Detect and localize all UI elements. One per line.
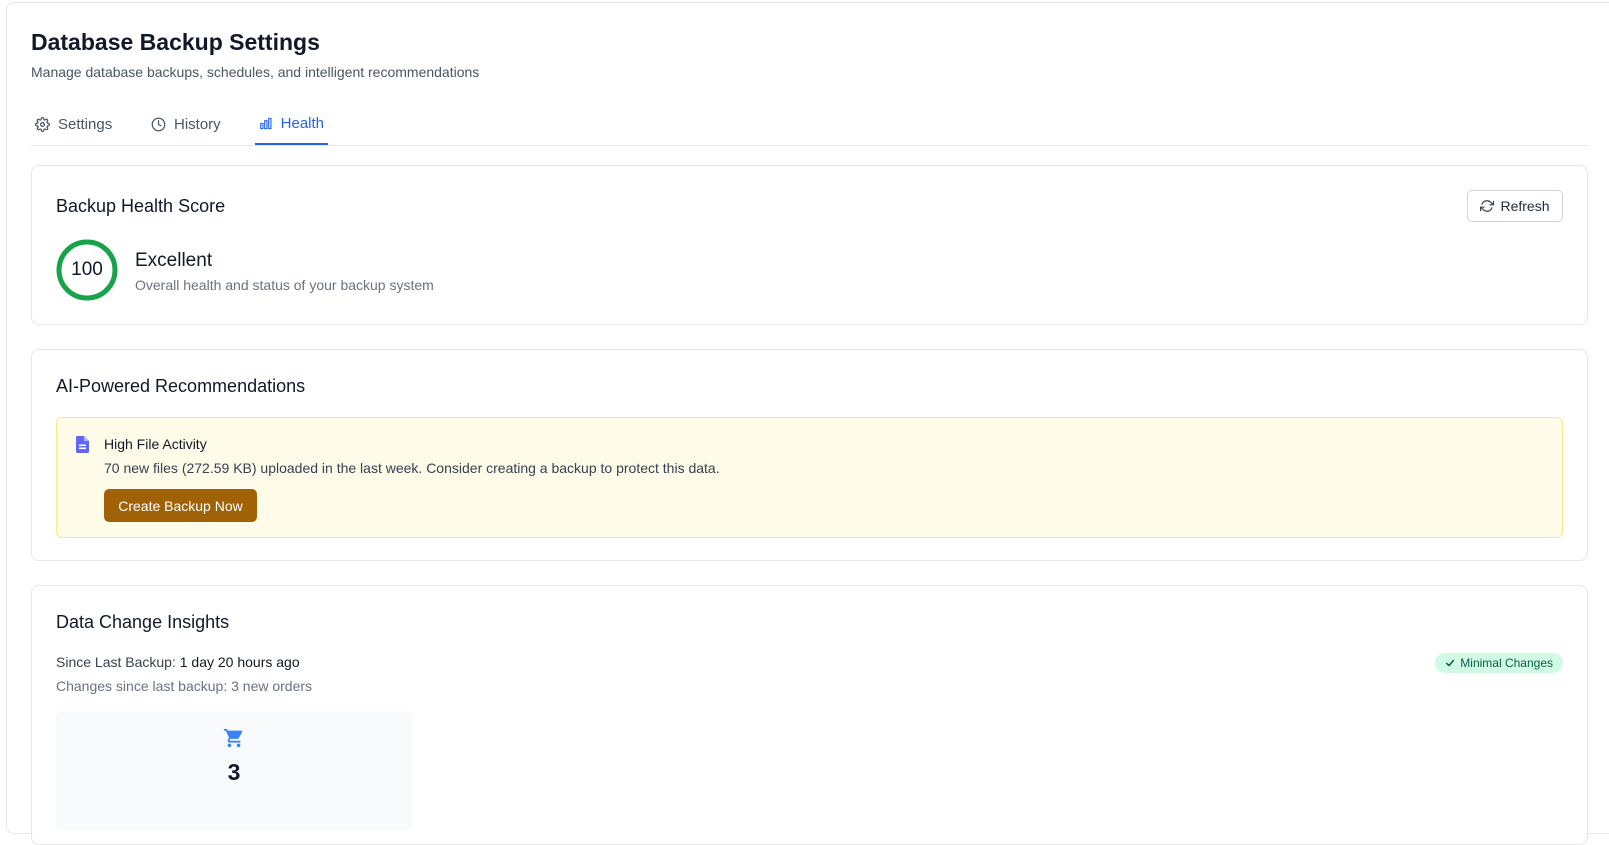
health-score-card: Backup Health Score Refresh 100 Excellen…: [31, 165, 1588, 325]
page-subtitle: Manage database backups, schedules, and …: [31, 64, 480, 80]
tab-history[interactable]: History: [147, 104, 225, 144]
changes-summary: Changes since last backup: 3 new orders: [56, 678, 313, 694]
clock-icon: [151, 117, 166, 131]
since-last-backup: Since Last Backup: 1 day 20 hours ago: [56, 654, 300, 670]
tab-health[interactable]: Health: [255, 104, 328, 145]
status-badge-label: Minimal Changes: [1460, 656, 1553, 670]
health-score-title: Backup Health Score: [56, 196, 226, 216]
tab-settings-label: Settings: [58, 115, 113, 133]
recommendations-title: AI-Powered Recommendations: [56, 376, 306, 396]
insights-title: Data Change Insights: [56, 612, 230, 632]
tab-health-label: Health: [280, 115, 324, 132]
recommendation-title: High File Activity: [104, 436, 207, 452]
insights-card: Data Change Insights Since Last Backup: …: [31, 585, 1588, 845]
recommendations-card: AI-Powered Recommendations High File Act…: [31, 349, 1588, 561]
gear-icon: [35, 116, 50, 132]
stat-value: 3: [227, 759, 241, 785]
check-icon: [1446, 659, 1455, 667]
page-title: Database Backup Settings: [31, 29, 320, 55]
health-status: Excellent: [135, 250, 213, 271]
health-description: Overall health and status of your backup…: [135, 277, 434, 293]
document-icon: [75, 436, 89, 453]
since-label: Since Last Backup:: [56, 654, 176, 670]
tab-bar: Settings History Health: [31, 104, 1588, 146]
recommendation-item: High File Activity 70 new files (272.59 …: [56, 417, 1563, 538]
tab-settings[interactable]: Settings: [31, 104, 116, 144]
status-badge: Minimal Changes: [1435, 653, 1563, 673]
refresh-label: Refresh: [1500, 198, 1550, 214]
bar-chart-icon: [260, 117, 272, 130]
stat-tile-orders: 3: [56, 711, 412, 831]
create-backup-button[interactable]: Create Backup Now: [104, 489, 257, 522]
refresh-icon: [1480, 200, 1495, 212]
recommendation-text: 70 new files (272.59 KB) uploaded in the…: [104, 460, 720, 476]
health-score-value: 100: [71, 259, 103, 280]
refresh-button[interactable]: Refresh: [1467, 190, 1563, 222]
shopping-cart-icon: [223, 728, 243, 748]
tab-history-label: History: [174, 115, 221, 133]
since-value: 1 day 20 hours ago: [179, 654, 300, 670]
